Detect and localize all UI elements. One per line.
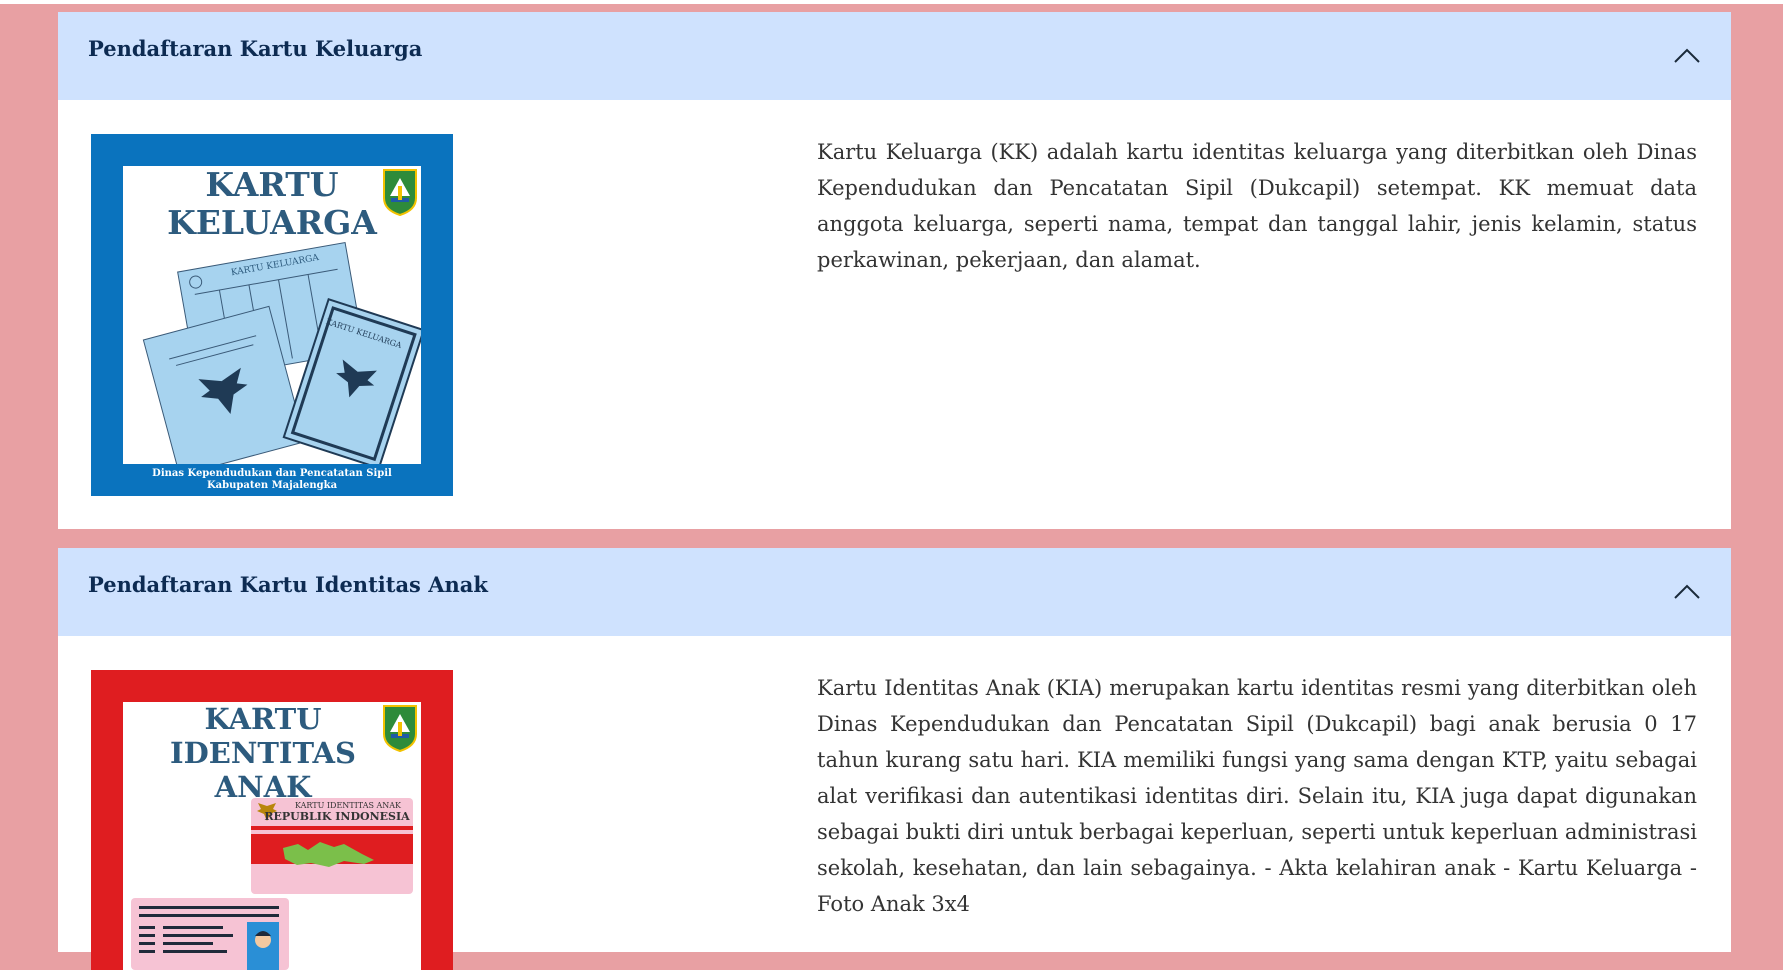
image-footer-line: Dinas Kependudukan dan Pencatatan Sipil [152,468,392,479]
chevron-up-icon[interactable] [1673,46,1701,64]
majalengka-logo-icon [383,705,417,752]
top-edge [0,0,1783,4]
majalengka-logo-icon [383,169,417,216]
kartu-keluarga-image: KARTU KELUARGA KARTU KELUARGA KARTU KELU… [91,134,453,496]
accordion-kartu-identitas-anak: Pendaftaran Kartu Identitas Anak KARTU I… [58,548,1731,970]
accordion-description: Kartu Keluarga (KK) adalah kartu identit… [817,140,1697,272]
accordion-kartu-keluarga: Pendaftaran Kartu Keluarga KARTU KELUARG… [58,12,1731,529]
image-title-line: IDENTITAS [170,736,356,770]
chevron-up-icon[interactable] [1673,582,1701,600]
accordion-title: Pendaftaran Kartu Identitas Anak [88,572,488,597]
image-title-line: KARTU [204,702,322,736]
accordion-header-kartu-keluarga[interactable]: Pendaftaran Kartu Keluarga [58,12,1731,100]
card-label: REPUBLIK INDONESIA [264,810,410,823]
image-title-line: KARTU [205,166,339,204]
kartu-keluarga-illustration: KARTU KELUARGA KARTU KELUARGA [142,241,421,464]
accordion-description: Kartu Identitas Anak (KIA) merupakan kar… [817,676,1697,916]
kartu-identitas-anak-image: KARTU IDENTITAS ANAK KARTU IDENTITAS ANA… [91,670,453,970]
accordion-header-kartu-identitas-anak[interactable]: Pendaftaran Kartu Identitas Anak [58,548,1731,636]
kartu-identitas-anak-illustration: KARTU IDENTITAS ANAK REPUBLIK INDONESIA [131,798,413,970]
card-label: KARTU IDENTITAS ANAK [295,801,402,810]
image-footer-line: Kabupaten Majalengka [206,480,338,491]
accordion-title: Pendaftaran Kartu Keluarga [88,36,423,61]
